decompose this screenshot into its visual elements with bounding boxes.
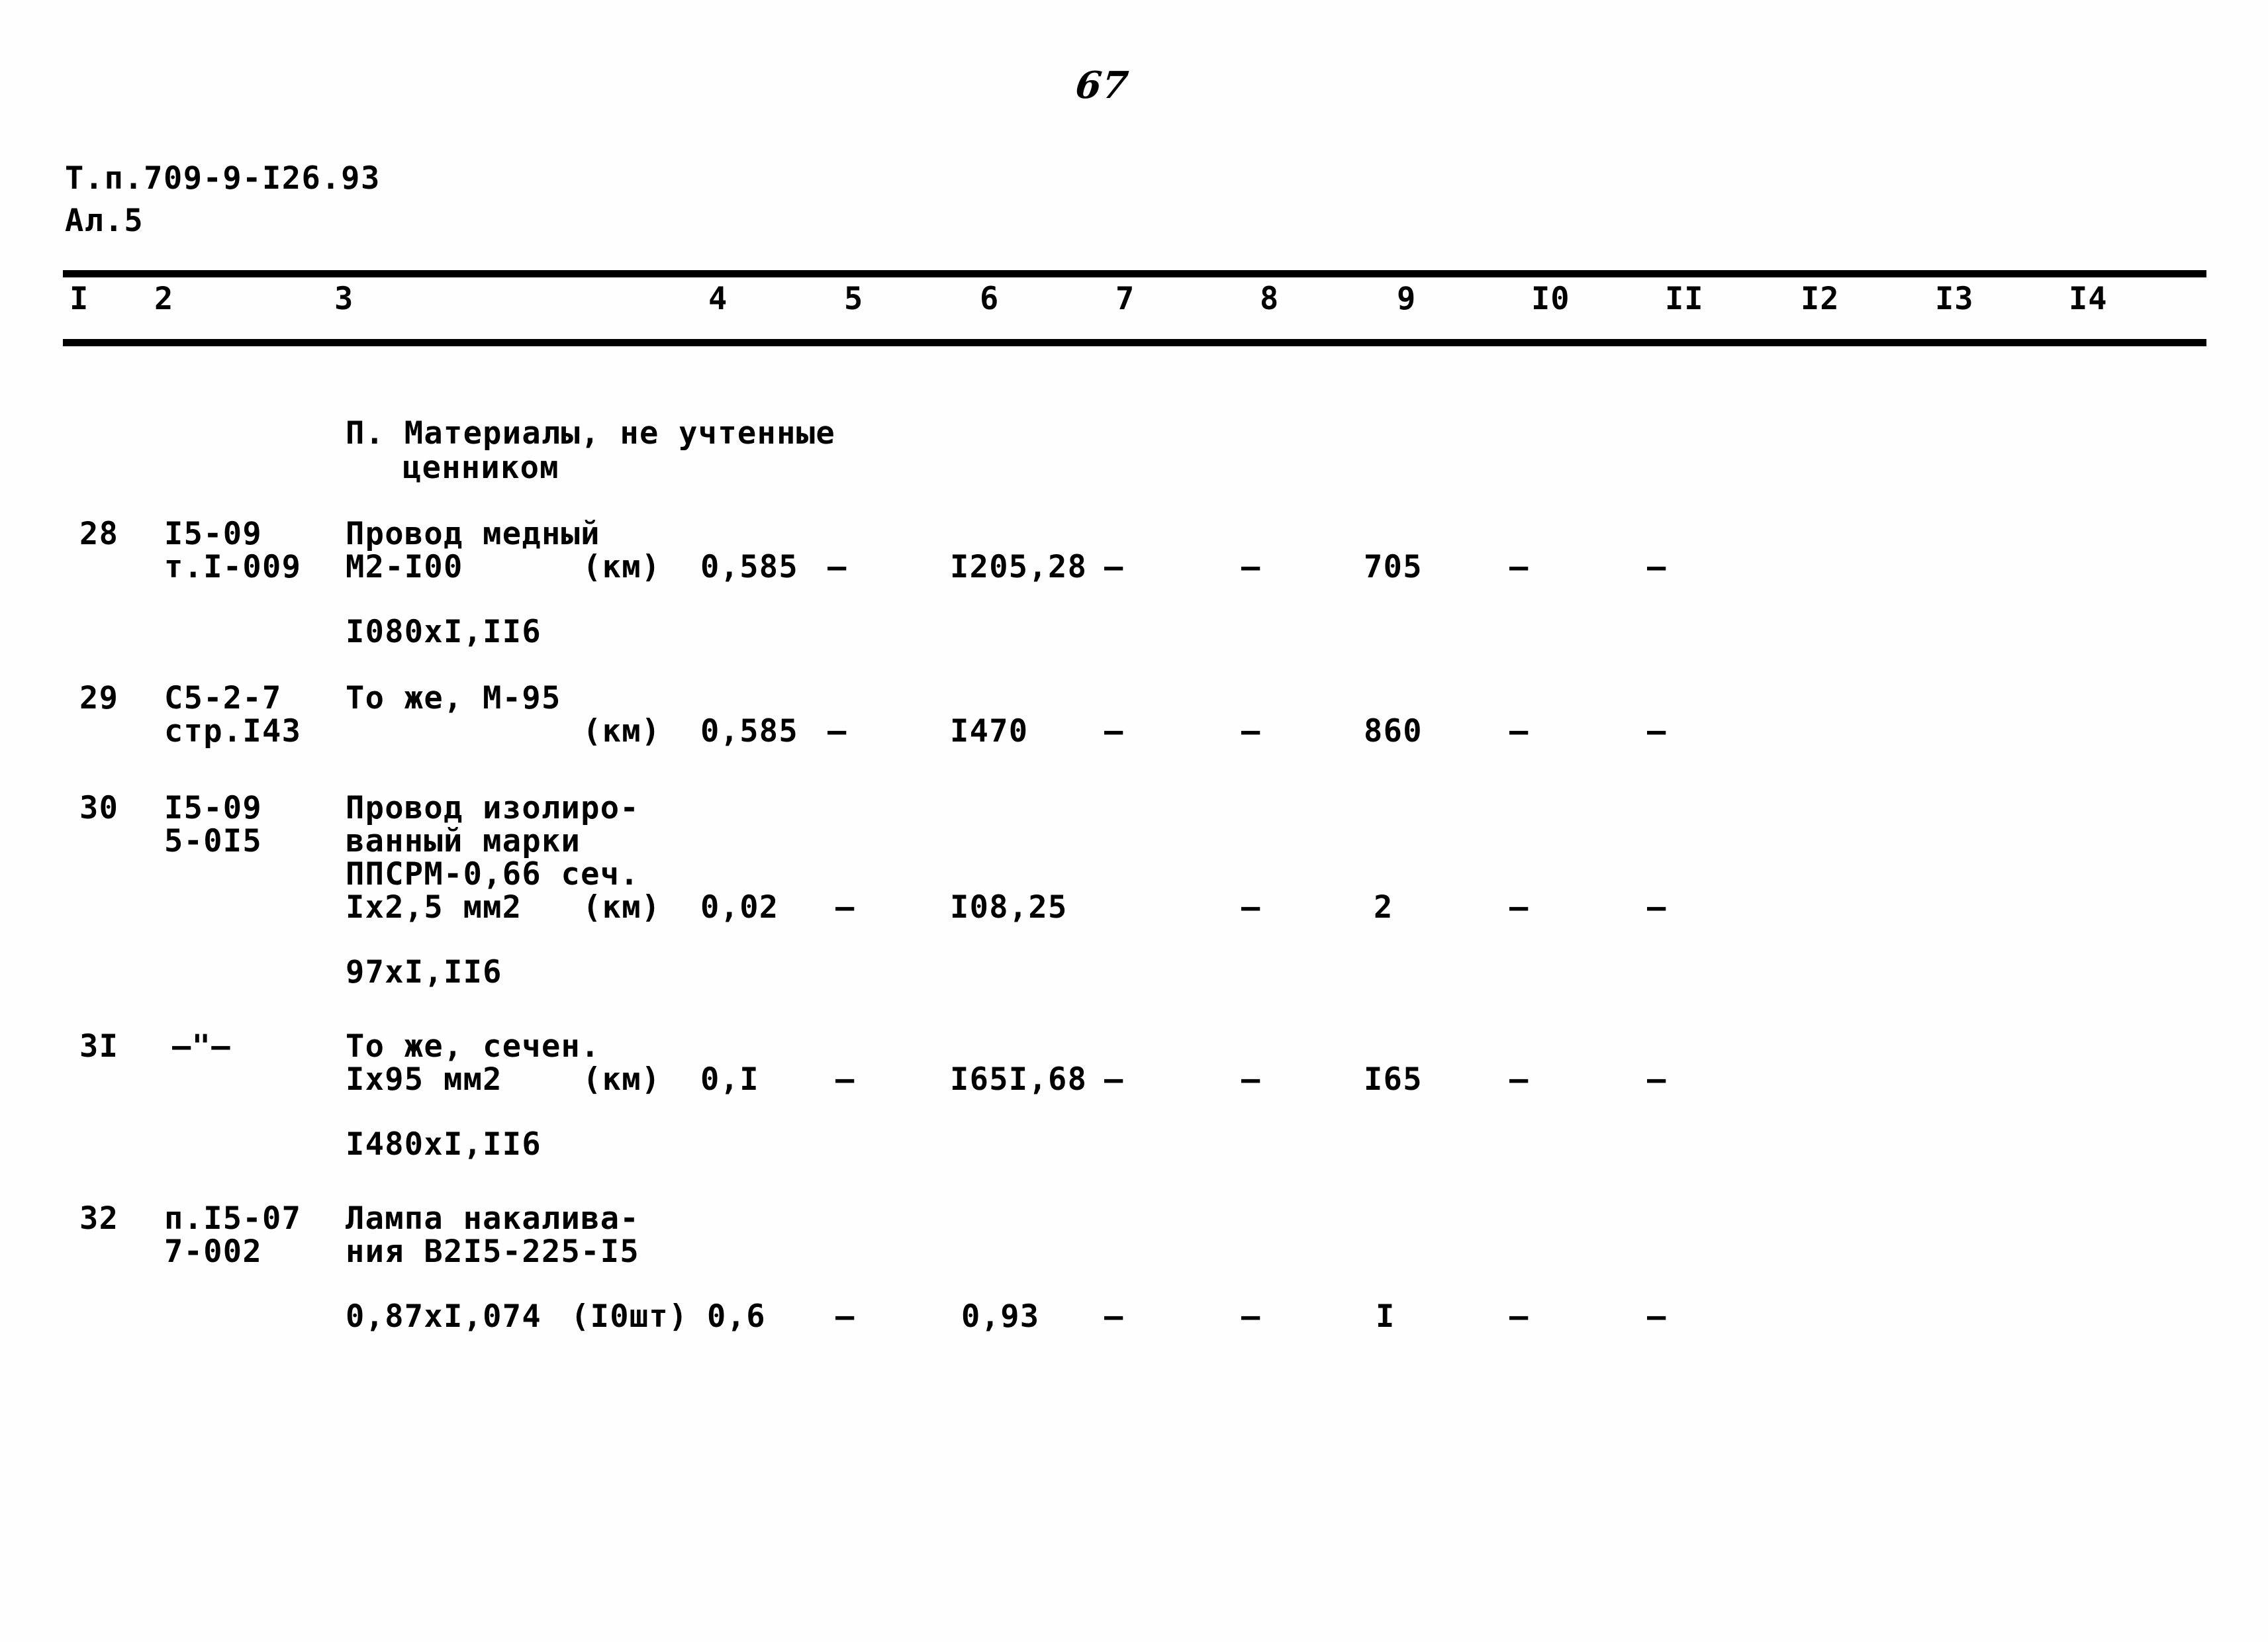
row-cell-5: – (827, 713, 847, 749)
row-cell-11: – (1647, 713, 1667, 749)
row-cell-8: – (1241, 1061, 1261, 1098)
row-cell-10: – (1509, 713, 1529, 749)
row-cell-7: – (1104, 1298, 1124, 1335)
row-cell-5: – (827, 549, 847, 585)
row-cell-7: – (1104, 713, 1124, 749)
row-cell-10: – (1509, 1298, 1529, 1335)
row-code-line-2: т.I-009 (164, 549, 302, 585)
row-cell-8: – (1241, 713, 1261, 749)
row-cell-4: 0,02 (700, 889, 779, 926)
row-cell-10: – (1509, 1061, 1529, 1098)
table-rule-bottom (63, 339, 2206, 346)
row-number: 28 (79, 516, 119, 552)
row-cell-8: – (1241, 1298, 1261, 1335)
row-cell-6: 0,93 (961, 1298, 1040, 1335)
column-header-3: 3 (334, 281, 354, 317)
row-desc-line-1: Провод изолиро- (346, 790, 639, 826)
row-code-line-1: п.I5-07 (164, 1200, 302, 1237)
document-header: Т.п.709-9-I26.93 Ал.5 (65, 158, 381, 242)
row-desc-line-4: Iх2,5 мм2 (346, 889, 522, 926)
row-cell-8: – (1241, 889, 1261, 926)
column-header-10: I0 (1531, 281, 1570, 317)
table-rule-top (63, 270, 2206, 277)
column-header-14: I4 (2069, 281, 2108, 317)
column-header-13: I3 (1935, 281, 1974, 317)
column-header-11: II (1665, 281, 1704, 317)
column-header-4: 4 (708, 281, 728, 317)
row-cell-4: 0,6 (707, 1298, 766, 1335)
row-desc-line-1: То же, М-95 (346, 680, 561, 716)
column-header-12: I2 (1801, 281, 1840, 317)
sheet-label: Ал.5 (65, 203, 144, 239)
row-desc-line-1: То же, сечен. (346, 1028, 600, 1065)
row-unit: (км) (583, 713, 661, 749)
row-code-line-2: 5-0I5 (164, 823, 262, 859)
row-cell-11: – (1647, 889, 1667, 926)
row-cell-8: – (1241, 549, 1261, 585)
row-cell-6: I205,28 (950, 549, 1088, 585)
row-cell-6: I470 (950, 713, 1029, 749)
row-cell-9: 705 (1364, 549, 1423, 585)
row-desc-line-1: Лампа накалива- (346, 1200, 639, 1237)
row-code-line-2: 7-002 (164, 1233, 262, 1270)
row-code-line-1: С5-2-7 (164, 680, 282, 716)
row-desc-line-3: ППСРМ-0,66 сеч. (346, 856, 639, 893)
row-desc-line-2: ния В2I5-225-I5 (346, 1233, 639, 1270)
row-code-line-2: стр.I43 (164, 713, 302, 749)
row-number: 3I (79, 1028, 119, 1065)
row-cell-9: 2 (1374, 889, 1394, 926)
row-number: 29 (79, 680, 119, 716)
row-code-line-1: –"– (172, 1028, 231, 1065)
row-note: I080хI,II6 (346, 614, 542, 650)
row-unit: (I0шт) (571, 1298, 688, 1335)
table-column-headers: I 2 3 4 5 6 7 8 9 I0 II I2 I3 I4 (63, 281, 2206, 334)
row-cell-11: – (1647, 1298, 1667, 1335)
row-cell-6: I08,25 (950, 889, 1068, 926)
row-code-line-1: I5-09 (164, 516, 262, 552)
row-coefficient: 0,87хI,074 (346, 1298, 542, 1335)
row-cell-9: I (1376, 1298, 1395, 1335)
row-unit: (км) (583, 889, 661, 926)
row-cell-4: 0,I (700, 1061, 759, 1098)
row-cell-10: – (1509, 549, 1529, 585)
row-desc-line-2: Iх95 мм2 (346, 1061, 502, 1098)
section-title-line-1: П. Материалы, не учтенные (346, 415, 835, 452)
row-cell-9: I65 (1364, 1061, 1423, 1098)
row-desc-line-1: Провод медный (346, 516, 600, 552)
row-code-line-1: I5-09 (164, 790, 262, 826)
row-cell-9: 860 (1364, 713, 1423, 749)
column-header-6: 6 (980, 281, 1000, 317)
document-page: 67 Т.п.709-9-I26.93 Ал.5 I 2 3 4 5 6 7 8… (0, 0, 2268, 1642)
row-cell-11: – (1647, 549, 1667, 585)
row-cell-6: I65I,68 (950, 1061, 1088, 1098)
row-cell-4: 0,585 (700, 549, 798, 585)
page-number: 67 (1073, 64, 1131, 107)
row-number: 30 (79, 790, 119, 826)
row-cell-7: – (1104, 1061, 1124, 1098)
document-code: Т.п.709-9-I26.93 (65, 160, 381, 197)
row-unit: (км) (583, 1061, 661, 1098)
column-header-8: 8 (1260, 281, 1280, 317)
row-cell-11: – (1647, 1061, 1667, 1098)
column-header-1: I (70, 281, 89, 317)
row-cell-7: – (1104, 549, 1124, 585)
column-header-9: 9 (1397, 281, 1417, 317)
row-number: 32 (79, 1200, 119, 1237)
row-cell-5: – (835, 1061, 855, 1098)
row-desc-line-2: ванный марки (346, 823, 581, 859)
row-cell-10: – (1509, 889, 1529, 926)
row-unit: (км) (583, 549, 661, 585)
column-header-2: 2 (154, 281, 174, 317)
row-desc-line-2: М2-I00 (346, 549, 463, 585)
row-cell-5: – (835, 1298, 855, 1335)
section-title-line-2: ценником (402, 450, 559, 486)
row-cell-4: 0,585 (700, 713, 798, 749)
column-header-7: 7 (1115, 281, 1135, 317)
row-note: 97хI,II6 (346, 954, 502, 990)
row-note: I480хI,II6 (346, 1126, 542, 1163)
row-cell-5: – (835, 889, 855, 926)
column-header-5: 5 (844, 281, 864, 317)
